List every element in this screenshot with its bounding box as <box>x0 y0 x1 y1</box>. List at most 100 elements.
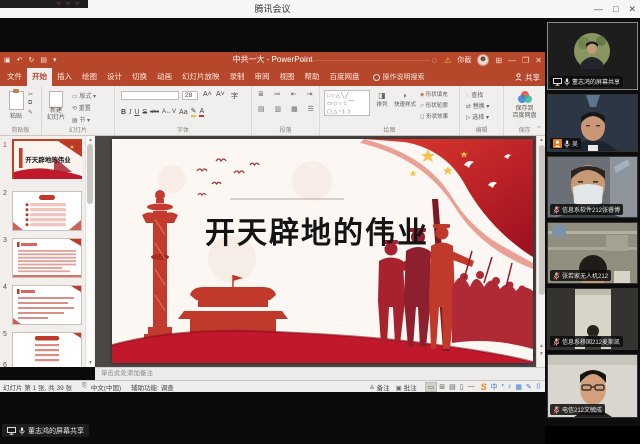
maximize-button[interactable]: □ <box>613 4 618 14</box>
ppt-restore-button[interactable]: ❐ <box>522 56 529 65</box>
tab-slideshow[interactable]: 幻灯片放映 <box>177 68 225 86</box>
ime-toolbox-icon[interactable]: ⠿ <box>536 383 541 391</box>
slide-thumbnail-5[interactable] <box>12 332 82 367</box>
shape-effects-button[interactable]: ◻ 形状效果 <box>420 112 448 120</box>
shape-gallery[interactable]: □○△╲╱▭◇○☆⌒▢△~( ) <box>324 90 370 116</box>
ime-skin-icon[interactable]: ✎ <box>526 383 532 391</box>
tab-review[interactable]: 审阅 <box>250 68 275 86</box>
notes-toggle[interactable]: ≙ 备注 <box>369 382 389 392</box>
circuit-decoration <box>300 60 430 61</box>
language-indicator[interactable]: 中文(中国) <box>91 382 121 392</box>
participant-tile[interactable]: 电信212文毓成 <box>547 354 638 418</box>
shape-outline-button[interactable]: ▱ 形状轮廓 <box>420 101 448 109</box>
new-slide-button[interactable]: 新建幻灯片 <box>45 108 67 122</box>
ppt-close-button[interactable]: ✕ <box>535 56 542 65</box>
format-painter-icon[interactable]: ✎ <box>28 109 33 116</box>
paste-icon[interactable] <box>9 91 24 110</box>
font-size-combobox[interactable]: 28 <box>182 91 198 100</box>
ppt-minimize-button[interactable]: — <box>508 56 516 65</box>
quick-styles-button[interactable]: ◗快速样式 <box>392 91 418 108</box>
slide-canvas[interactable]: 开天辟地的伟业 <box>112 139 533 363</box>
section-button[interactable]: ▤ 节 ▾ <box>72 115 96 124</box>
change-case-button[interactable]: Aa <box>179 109 188 116</box>
slide-thumbnail-2[interactable] <box>12 191 82 231</box>
underline-button[interactable]: U <box>134 109 139 116</box>
font-name-combobox[interactable] <box>121 91 179 100</box>
italic-button[interactable]: I <box>129 108 131 116</box>
baidu-netdisk-icon <box>518 91 532 103</box>
list-buttons-row[interactable]: ≣ ≔ ⇤ ⇥ <box>258 90 316 98</box>
tab-file[interactable]: 文件 <box>2 68 27 86</box>
editor-scrollbar[interactable]: ▲ ▲ ▼ <box>536 136 545 367</box>
shadow-button[interactable]: abc <box>150 109 159 115</box>
paste-button[interactable]: 粘贴 <box>10 111 22 120</box>
font-color-icon[interactable]: A <box>199 108 204 117</box>
sogou-ime-icon[interactable]: S <box>481 382 487 392</box>
ime-voice-icon[interactable]: ♪ <box>508 383 512 390</box>
warning-icon[interactable]: ⚠ <box>444 56 451 65</box>
tab-transitions[interactable]: 切换 <box>127 68 152 86</box>
align-buttons-row[interactable]: ▤ ▥ ▦ ☰ <box>258 105 318 113</box>
tab-help[interactable]: 帮助 <box>300 68 325 86</box>
scroll-down-icon[interactable]: ▼ <box>86 360 95 366</box>
tab-record[interactable]: 录制 <box>225 68 250 86</box>
scrollbar-thumb[interactable] <box>87 144 93 204</box>
thumbnail-scrollbar[interactable]: ▲ ▼ <box>85 136 94 367</box>
ribbon-display-icon[interactable]: ⊞ <box>495 56 502 65</box>
tell-me-search[interactable]: 操作说明搜索 <box>373 68 425 86</box>
scroll-up-icon[interactable]: ▲ <box>86 137 95 143</box>
layout-button[interactable]: ▭ 版式 ▾ <box>72 91 96 100</box>
tab-home[interactable]: 开始 <box>27 68 52 86</box>
tab-insert[interactable]: 插入 <box>52 68 77 86</box>
cut-icon[interactable]: ✂ <box>28 91 33 98</box>
copy-icon[interactable]: ⧉ <box>28 100 33 107</box>
char-spacing-icon[interactable]: A↔V <box>162 109 176 115</box>
tab-view[interactable]: 视图 <box>275 68 300 86</box>
notes-pane[interactable]: 单击此处添加备注 <box>95 367 545 380</box>
slideshow-view-icon[interactable]: ▯ <box>458 383 466 391</box>
bold-button[interactable]: B <box>121 109 126 116</box>
account-avatar[interactable] <box>477 54 489 66</box>
minimize-button[interactable]: — <box>594 4 603 14</box>
increase-font-icon[interactable]: A˄ <box>203 91 212 98</box>
shape-fill-button[interactable]: ◆ 形状填充 <box>420 90 448 98</box>
select-button[interactable]: ▷ 选择 ▾ <box>466 112 489 121</box>
tab-baidu-netdisk[interactable]: 百度网盘 <box>325 68 365 86</box>
strikethrough-button[interactable]: S <box>142 109 147 116</box>
comments-toggle[interactable]: ▣ 批注 <box>396 382 417 392</box>
slide-sorter-icon[interactable]: ⊞ <box>437 383 447 391</box>
participant-tile[interactable]: 吴 <box>547 94 638 152</box>
participant-tile[interactable]: 张若家无人机212 <box>547 222 638 284</box>
reading-view-icon[interactable]: ▤ <box>447 383 458 391</box>
collapse-ribbon-icon[interactable]: ⌃ <box>536 125 542 133</box>
scrollbar-thumb[interactable] <box>539 145 545 295</box>
find-button[interactable]: ◌ 查找 <box>466 90 483 99</box>
ime-language-toggle[interactable]: 中 <box>491 382 498 392</box>
slide-thumbnail-1[interactable]: 开天辟地的伟业 <box>12 139 82 179</box>
ime-punctuation-icon[interactable]: ❜ <box>502 383 504 391</box>
tab-animations[interactable]: 动画 <box>152 68 177 86</box>
participant-tile[interactable]: 董志鸿的屏幕共享 <box>547 22 638 90</box>
arrange-button[interactable]: ◨排列 <box>373 91 391 108</box>
participant-tile[interactable]: 信息系移固212麦斯凯 <box>547 288 638 350</box>
clear-format-icon[interactable]: 字 <box>231 91 238 101</box>
tab-design[interactable]: 设计 <box>102 68 127 86</box>
ime-keyboard-icon[interactable]: ▦ <box>515 383 522 391</box>
accessibility-status[interactable]: 辅助功能: 调查 <box>131 382 174 392</box>
zoom-out-icon[interactable]: — <box>466 383 477 390</box>
slide-thumbnail-3[interactable] <box>12 238 82 278</box>
reset-button[interactable]: ⟲ 重置 <box>72 103 96 112</box>
close-button[interactable]: ✕ <box>628 4 636 15</box>
decrease-font-icon[interactable]: A˅ <box>216 91 225 98</box>
meeting-docked-toolbar[interactable] <box>0 0 88 8</box>
save-to-netdisk-button[interactable]: 保存到百度网盘 <box>504 106 545 120</box>
replace-button[interactable]: ⇄ 替换 ▾ <box>466 101 489 110</box>
account-name[interactable]: 你截 <box>457 55 471 65</box>
participant-tile[interactable]: 信息系软件212张睿博 <box>547 156 638 218</box>
ppt-share-button[interactable]: 共享 <box>515 68 540 86</box>
slide-thumbnail-4[interactable] <box>12 285 82 325</box>
normal-view-icon[interactable]: ▭ <box>425 382 438 392</box>
new-slide-icon[interactable] <box>49 91 63 108</box>
tab-draw[interactable]: 绘图 <box>77 68 102 86</box>
highlight-icon[interactable]: ✎ <box>191 107 197 117</box>
